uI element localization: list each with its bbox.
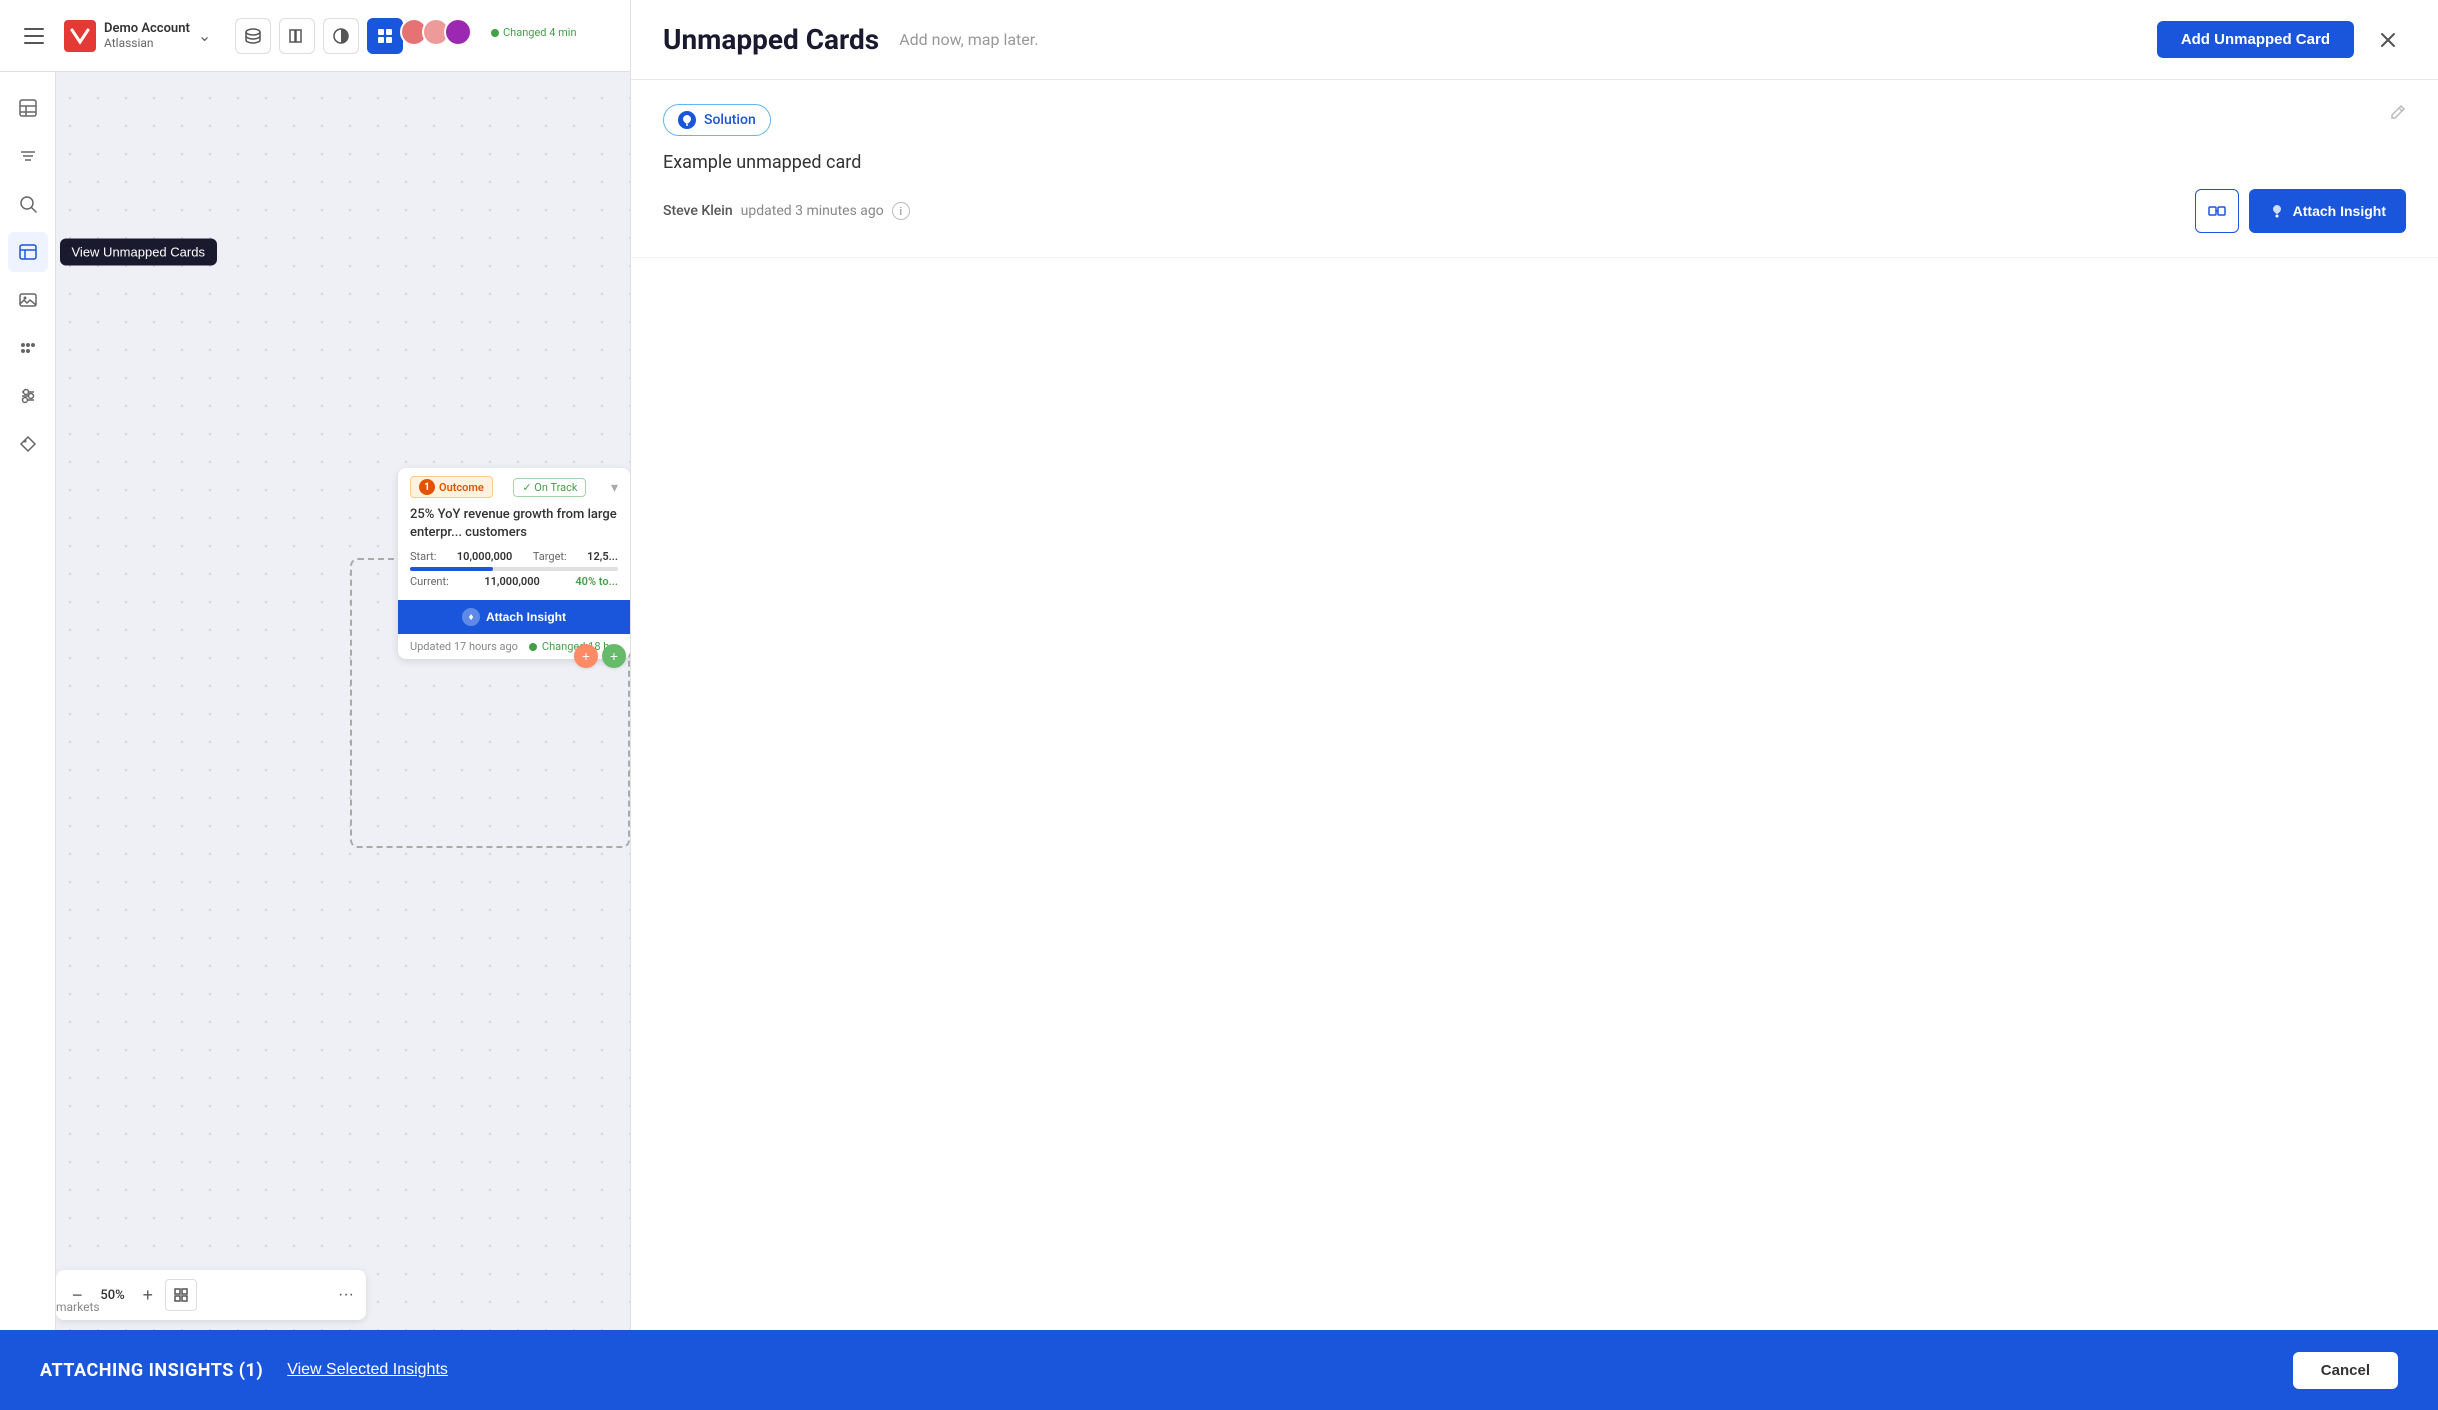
card-item-footer: Steve Klein updated 3 minutes ago i (663, 189, 2406, 233)
account-info: Demo Account Atlassian (104, 21, 190, 50)
outcome-card: 1 Outcome ✓ On Track ▾ 25% YoY revenue g… (398, 468, 630, 659)
card-header: 1 Outcome ✓ On Track ▾ (398, 468, 630, 506)
progress-bar (410, 567, 618, 571)
nav-database-button[interactable] (235, 18, 271, 54)
zoom-level: 50% (95, 1288, 131, 1303)
account-chevron-button[interactable]: ⌄ (198, 26, 211, 46)
attach-icon: ♦ (462, 608, 480, 626)
card-updated-label: Updated 17 hours ago (410, 640, 518, 653)
outcome-badge: 1 Outcome (410, 476, 493, 498)
nav-icons (235, 18, 403, 54)
sidebar-item-filter[interactable] (8, 136, 48, 176)
unmapped-cards-panel: Unmapped Cards Add now, map later. Add U… (630, 0, 2438, 1410)
sidebar-item-sliders[interactable] (8, 376, 48, 416)
outcome-label: Outcome (439, 481, 484, 494)
target-value: 12,5... (587, 550, 618, 563)
card-type-badge: Solution (663, 104, 771, 136)
start-value: 10,000,000 (457, 550, 512, 563)
canvas-plus-mid: + + (574, 644, 626, 668)
action-buttons: Attach Insight (2195, 189, 2406, 233)
updated-text: updated 3 minutes ago (741, 203, 884, 219)
card-metrics: Start: 10,000,000 Target: 12,5... Curren… (398, 550, 630, 600)
metric-row-current: Current: 11,000,000 40% to... (410, 575, 618, 588)
sidebar-item-search[interactable] (8, 184, 48, 224)
canvas-bottom-label-right: markets (56, 1300, 100, 1314)
on-track-label: ✓ On Track (522, 481, 577, 494)
nav-map-button[interactable] (279, 18, 315, 54)
cancel-button[interactable]: Cancel (2293, 1352, 2398, 1389)
panel-header: Unmapped Cards Add now, map later. Add U… (631, 0, 2438, 80)
zoom-in-button[interactable]: + (139, 1281, 158, 1310)
canvas-more-button[interactable]: ··· (338, 1286, 354, 1304)
card-item-header: Solution (663, 104, 2406, 152)
sidebar-item-unmapped-cards[interactable]: View Unmapped Cards (8, 232, 48, 272)
header-bar: Demo Account Atlassian ⌄ (0, 0, 630, 72)
author-info: Steve Klein updated 3 minutes ago i (663, 202, 910, 220)
outcome-number: 1 (419, 479, 435, 495)
panel-subtitle: Add now, map later. (899, 30, 1038, 49)
current-label: Current: (410, 575, 449, 588)
close-panel-button[interactable] (2370, 22, 2406, 58)
card-more-button[interactable]: ▾ (611, 479, 618, 496)
sidebar-item-dots[interactable] (8, 328, 48, 368)
logo-icon (64, 20, 96, 52)
view-selected-insights-button[interactable]: View Selected Insights (287, 1361, 448, 1379)
card-title: 25% YoY revenue growth from large enterp… (398, 506, 630, 550)
plus-button-mid-left[interactable]: + (574, 644, 598, 668)
plus-button-mid-right[interactable]: + (602, 644, 626, 668)
user-avatars (400, 18, 472, 46)
percent-label: 40% to... (575, 575, 618, 588)
sidebar-item-table[interactable] (8, 88, 48, 128)
author-name: Steve Klein (663, 203, 733, 219)
card-item-title: Example unmapped card (663, 152, 2406, 173)
zoom-bar: − 50% + ··· (56, 1270, 366, 1320)
progress-fill (410, 567, 493, 571)
account-name: Demo Account (104, 21, 190, 36)
badge-label: Solution (704, 112, 756, 128)
attach-insight-label: Attach Insight (2293, 203, 2386, 219)
card-attach-insight-button[interactable]: ♦ Attach Insight (398, 600, 630, 634)
target-label: Target: (533, 550, 567, 563)
hamburger-button[interactable] (16, 18, 52, 54)
canvas-background (0, 0, 630, 1410)
on-track-badge: ✓ On Track (513, 478, 586, 497)
attaching-label: ATTACHING INSIGHTS (1) (40, 1360, 263, 1381)
fit-button[interactable] (165, 1279, 197, 1311)
current-value: 11,000,000 (484, 575, 539, 588)
info-icon[interactable]: i (892, 202, 910, 220)
sidebar-item-image[interactable] (8, 280, 48, 320)
metric-row-start: Start: 10,000,000 Target: 12,5... (410, 550, 618, 563)
edit-icon[interactable] (2390, 104, 2406, 124)
sidebar-item-tag[interactable] (8, 424, 48, 464)
left-sidebar: View Unmapped Cards (0, 72, 56, 1410)
attach-insight-button[interactable]: Attach Insight (2249, 189, 2406, 233)
changed-indicator-top: Changed 4 min (490, 26, 577, 39)
nav-circle-button[interactable] (323, 18, 359, 54)
brand-logo: Demo Account Atlassian ⌄ (64, 20, 211, 52)
avatar (444, 18, 472, 46)
panel-title: Unmapped Cards (663, 23, 879, 56)
badge-solution-icon (678, 111, 696, 129)
account-sub: Atlassian (104, 36, 190, 50)
card-item: Solution Example unmapped card Steve Kle… (631, 80, 2438, 258)
card-attach-label: Attach Insight (486, 610, 566, 624)
link-button[interactable] (2195, 189, 2239, 233)
notification-bar: ATTACHING INSIGHTS (1) View Selected Ins… (0, 1330, 2438, 1410)
nav-grid-button[interactable] (367, 18, 403, 54)
start-label: Start: (410, 550, 436, 563)
add-unmapped-card-button[interactable]: Add Unmapped Card (2157, 21, 2354, 58)
